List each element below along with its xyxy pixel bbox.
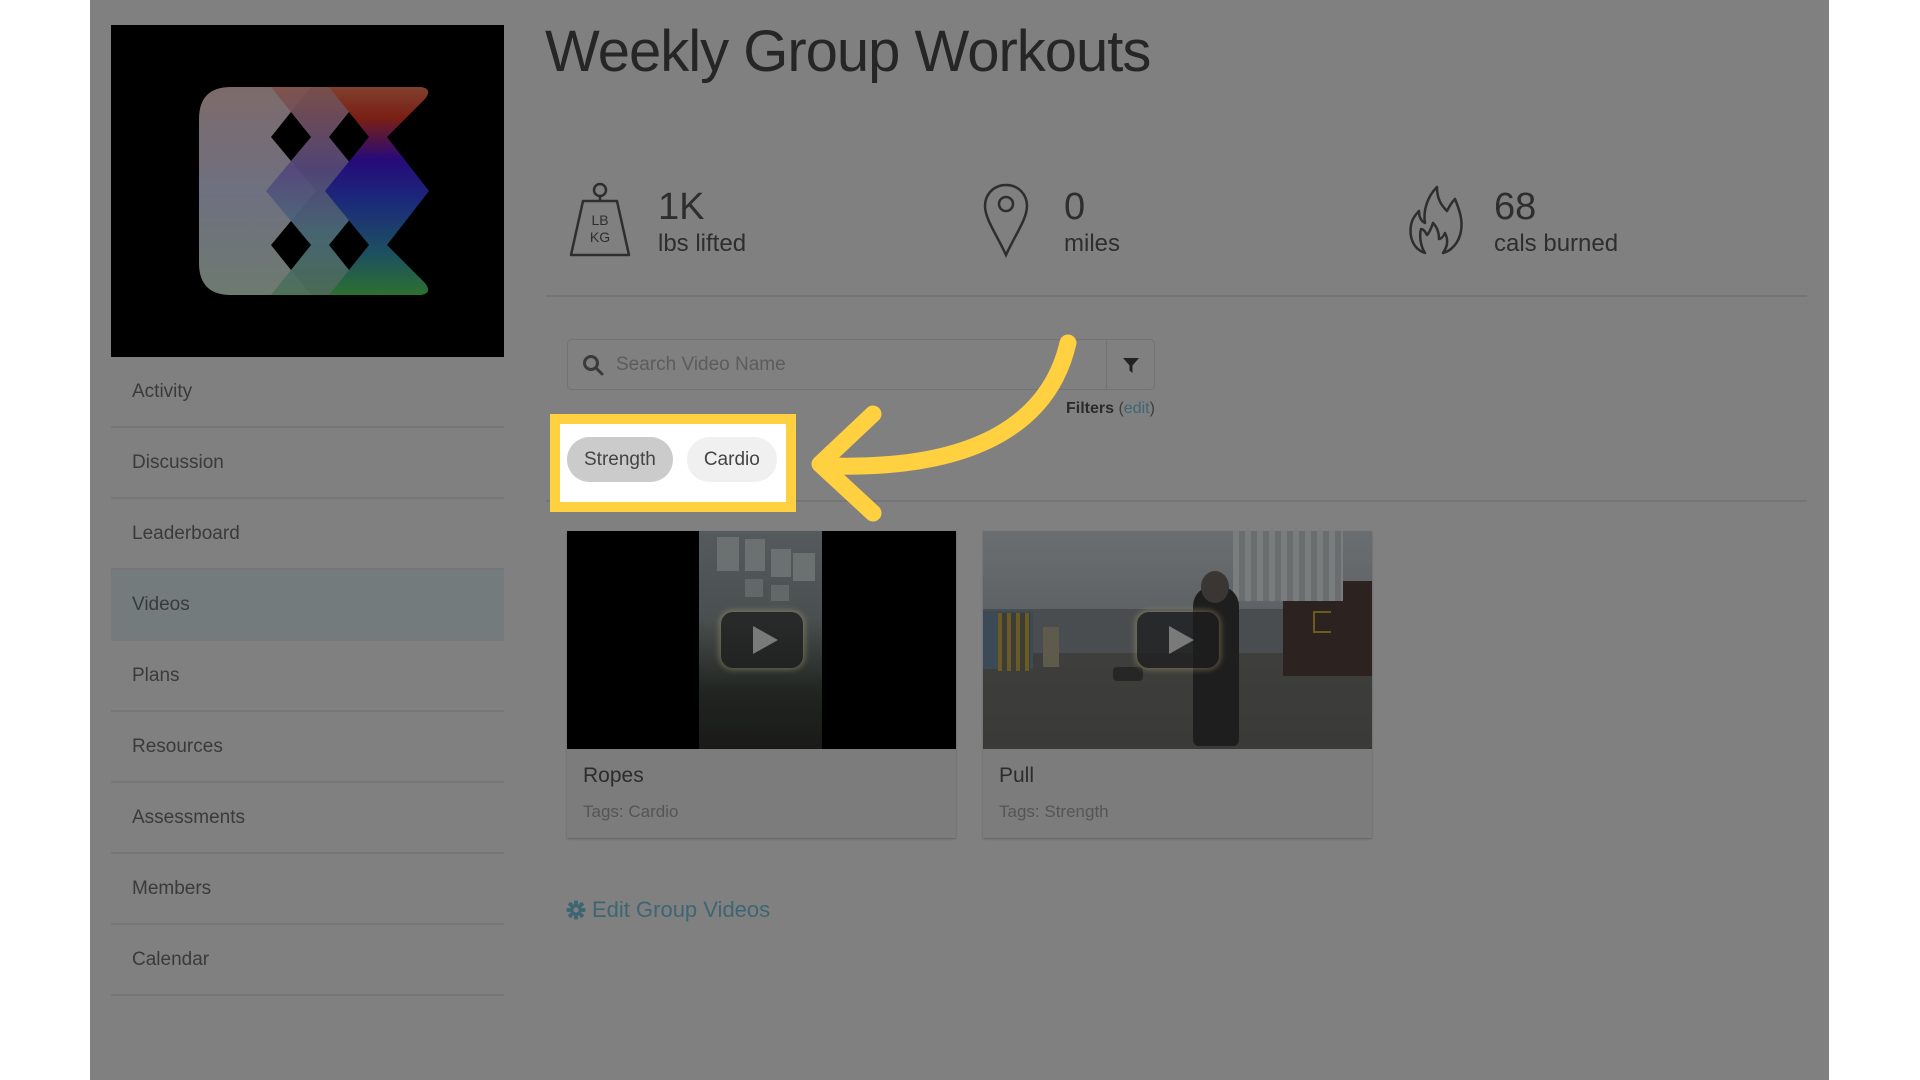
sidebar-item-label: Calendar	[132, 948, 210, 970]
video-card[interactable]: Ropes Tags: Cardio	[567, 531, 956, 838]
stat-value: 1K	[658, 186, 705, 228]
search-video-input[interactable]	[614, 352, 1098, 377]
tag-filter-list: Strength Cardio	[567, 437, 777, 482]
sidebar-item-discussion[interactable]: Discussion	[111, 428, 504, 499]
logo-wave-icon	[199, 87, 429, 295]
svg-text:LB: LB	[591, 212, 608, 228]
edit-group-videos-link[interactable]: Edit Group Videos	[566, 897, 770, 923]
filter-icon	[1122, 357, 1139, 373]
paren-close: )	[1149, 400, 1155, 417]
video-title: Pull	[999, 764, 1035, 787]
group-logo	[111, 25, 504, 357]
tag-strength[interactable]: Strength	[567, 437, 673, 482]
play-icon	[1136, 612, 1219, 668]
edit-group-videos-label: Edit Group Videos	[592, 897, 771, 922]
sidebar-item-members[interactable]: Members	[111, 854, 504, 925]
sidebar-item-label: Activity	[132, 380, 193, 402]
stat-value: 68	[1494, 186, 1537, 228]
stat-cals-burned: 68 cals burned	[1396, 175, 1618, 265]
stat-miles: 0 miles	[966, 175, 1120, 265]
sidebar-item-label: Assessments	[132, 806, 245, 828]
sidebar-item-label: Discussion	[132, 451, 224, 473]
video-search-group	[567, 339, 1155, 390]
filters-label: Filters (edit)	[1066, 400, 1155, 418]
flame-icon	[1396, 175, 1476, 265]
sidebar-item-label: Leaderboard	[132, 522, 240, 544]
sidebar-nav: Activity Discussion Leaderboard Videos P…	[111, 357, 504, 996]
sidebar-item-videos[interactable]: Videos	[111, 570, 504, 641]
sidebar-item-label: Videos	[132, 593, 190, 615]
video-title: Ropes	[583, 764, 644, 787]
video-card[interactable]: Pull Tags: Strength	[983, 531, 1372, 838]
stat-lbs-lifted: LB KG 1K lbs lifted	[560, 175, 746, 265]
weight-icon: LB KG	[560, 175, 640, 265]
video-tags: Tags: Cardio	[583, 802, 679, 821]
stat-label: cals burned	[1494, 230, 1619, 257]
sidebar-item-plans[interactable]: Plans	[111, 641, 504, 712]
map-pin-icon	[966, 175, 1046, 265]
sidebar-item-assessments[interactable]: Assessments	[111, 783, 504, 854]
gear-icon	[566, 900, 586, 920]
search-icon	[583, 354, 604, 375]
sidebar-item-calendar[interactable]: Calendar	[111, 925, 504, 996]
page-title: Weekly Group Workouts	[545, 19, 1151, 84]
stat-value: 0	[1064, 186, 1086, 228]
filter-button[interactable]	[1106, 340, 1154, 389]
sidebar-item-label: Plans	[132, 664, 180, 686]
stats-bar: LB KG 1K lbs lifted 0 miles 68 cals burn…	[546, 175, 1807, 297]
search-field	[568, 340, 1106, 389]
video-thumbnail[interactable]	[567, 531, 956, 749]
svg-text:KG: KG	[590, 229, 610, 245]
sidebar-item-resources[interactable]: Resources	[111, 712, 504, 783]
sidebar-item-label: Resources	[132, 735, 223, 757]
stat-label: miles	[1064, 230, 1121, 257]
tag-cardio[interactable]: Cardio	[686, 437, 777, 482]
sidebar-item-activity[interactable]: Activity	[111, 357, 504, 428]
stat-label: lbs lifted	[658, 230, 747, 257]
sidebar-item-leaderboard[interactable]: Leaderboard	[111, 499, 504, 570]
sidebar-item-label: Members	[132, 877, 212, 899]
video-tags: Tags: Strength	[999, 802, 1109, 821]
filters-heading: Filters	[1066, 400, 1115, 417]
video-thumbnail[interactable]	[983, 531, 1372, 749]
edit-filters-link[interactable]: edit	[1124, 400, 1150, 417]
play-icon	[720, 612, 803, 668]
